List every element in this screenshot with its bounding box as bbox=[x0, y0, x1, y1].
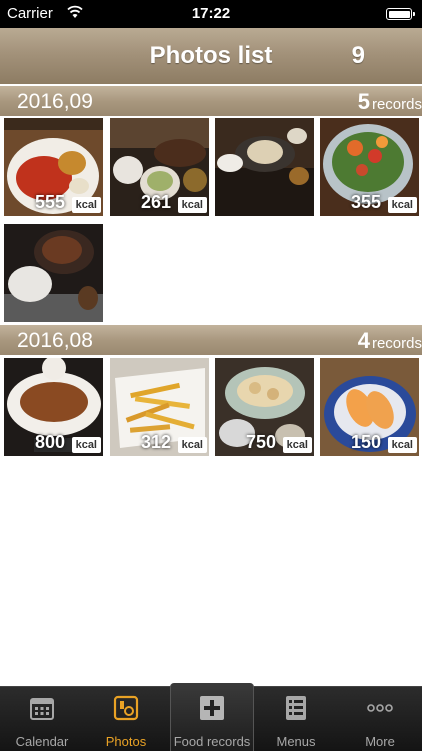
food-photo bbox=[215, 118, 314, 216]
kcal-unit: kcal bbox=[282, 437, 312, 453]
tab-label: Menus bbox=[276, 734, 316, 749]
kcal-value: 555 bbox=[34, 192, 65, 212]
photo-thumb[interactable] bbox=[215, 118, 314, 216]
tab-label: Food records bbox=[173, 734, 251, 749]
section-date: 2016,08 bbox=[17, 329, 93, 352]
tab-photos[interactable]: Photos bbox=[84, 687, 168, 751]
kcal-unit: kcal bbox=[387, 437, 417, 453]
record-count-number: 4 bbox=[357, 328, 370, 353]
kcal-unit: kcal bbox=[71, 197, 101, 213]
section-record-count: 5 records bbox=[358, 89, 422, 115]
record-count-label: records bbox=[371, 335, 422, 352]
more-icon bbox=[367, 704, 393, 712]
kcal-unit: kcal bbox=[387, 197, 417, 213]
kcal-value: 261 bbox=[140, 192, 171, 212]
photo-thumb[interactable]: 261 kcal bbox=[110, 118, 209, 216]
kcal-value: 800 bbox=[34, 432, 65, 452]
photo-thumb[interactable]: 750 kcal bbox=[215, 358, 314, 456]
add-record-icon bbox=[200, 696, 224, 720]
status-bar: Carrier 17:22 bbox=[0, 0, 422, 28]
tab-label: More bbox=[365, 734, 395, 749]
tab-more[interactable]: More bbox=[338, 687, 422, 751]
photo-thumb[interactable]: 555 kcal bbox=[4, 118, 103, 216]
photo-thumb[interactable]: 800 kcal bbox=[4, 358, 103, 456]
kcal-value: 750 bbox=[245, 432, 276, 452]
kcal-value: 312 bbox=[140, 432, 171, 452]
kcal-unit: kcal bbox=[177, 197, 207, 213]
menu-list-icon bbox=[286, 696, 306, 720]
record-count-number: 5 bbox=[357, 89, 370, 114]
tab-label: Photos bbox=[105, 734, 147, 749]
photo-thumb[interactable]: 312 kcal bbox=[110, 358, 209, 456]
section-record-count: 4 records bbox=[358, 328, 422, 354]
kcal-value: 355 bbox=[350, 192, 381, 212]
clock: 17:22 bbox=[191, 5, 231, 22]
record-count-label: records bbox=[371, 96, 422, 113]
tab-food-records[interactable]: Food records bbox=[170, 683, 254, 751]
photo-thumb[interactable]: 150 kcal bbox=[320, 358, 419, 456]
photos-icon bbox=[113, 695, 139, 721]
photo-thumb[interactable]: 355 kcal bbox=[320, 118, 419, 216]
battery-icon bbox=[386, 8, 415, 20]
section-header-2016-08: 2016,08 4 records bbox=[0, 325, 422, 355]
tab-calendar[interactable]: Calendar bbox=[0, 687, 84, 751]
nav-bar: Photos list 9 bbox=[0, 28, 422, 84]
food-photo bbox=[4, 224, 103, 322]
tab-label: Calendar bbox=[15, 734, 69, 749]
tab-bar: Calendar Photos Food records Menus More bbox=[0, 683, 422, 751]
photo-thumb[interactable] bbox=[4, 224, 103, 322]
kcal-unit: kcal bbox=[71, 437, 101, 453]
section-date: 2016,09 bbox=[17, 90, 93, 113]
kcal-value: 150 bbox=[350, 432, 381, 452]
kcal-unit: kcal bbox=[177, 437, 207, 453]
tab-menus[interactable]: Menus bbox=[254, 687, 338, 751]
total-photo-count: 9 bbox=[351, 42, 365, 69]
calendar-icon bbox=[30, 698, 54, 720]
section-header-2016-09: 2016,09 5 records bbox=[0, 86, 422, 116]
